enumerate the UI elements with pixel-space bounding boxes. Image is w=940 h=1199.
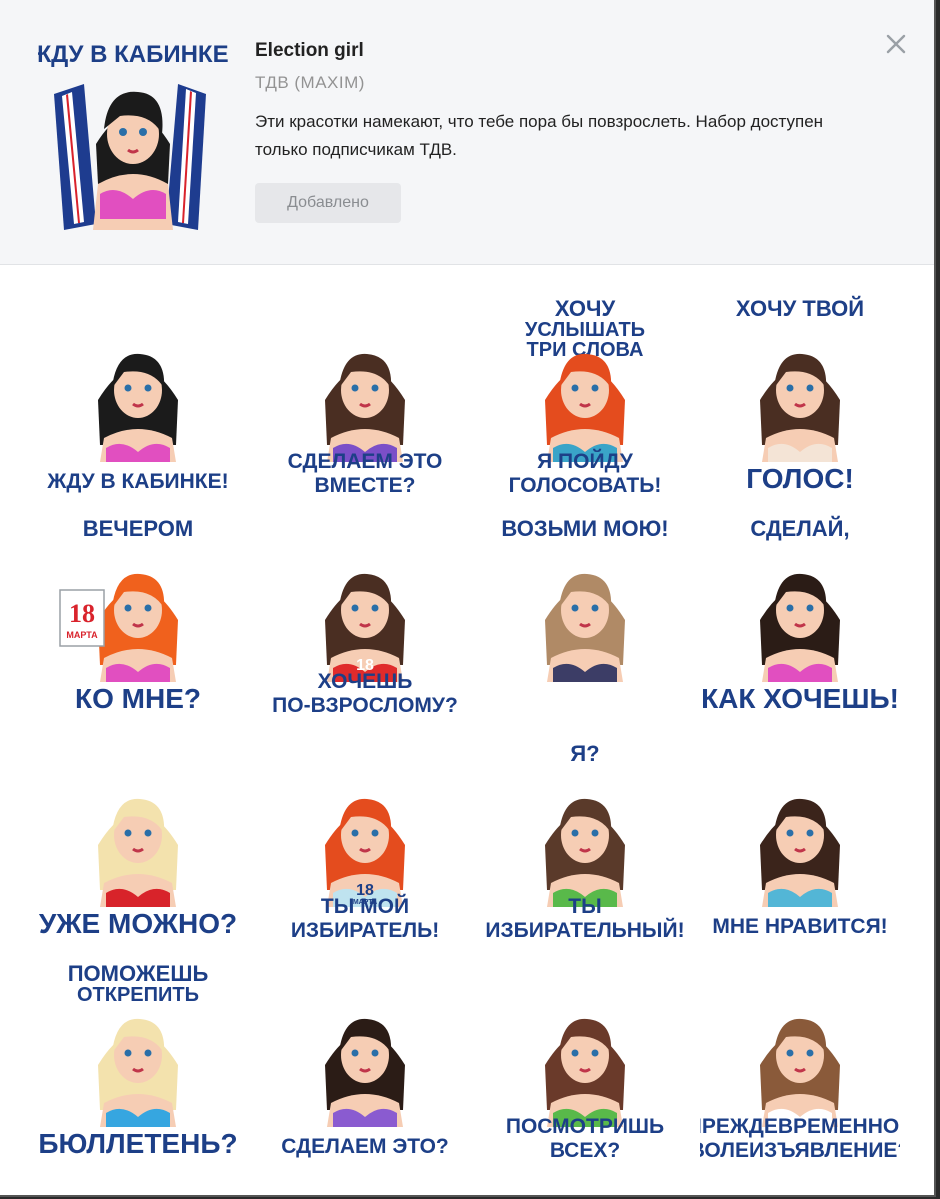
pack-title: Election girl (255, 40, 364, 61)
sticker-15[interactable]: ПОСМОТРИШЬ ВСЕХ? (485, 955, 685, 1165)
sticker-top-caption: ХОЧУ ТВОЙ (736, 296, 864, 321)
girl-illustration (760, 798, 840, 907)
sticker-top-caption: Я? (570, 741, 599, 766)
pack-header: ЖДУ В КАБИНКЕ! Election girl ТДВ (MAXIM)… (0, 0, 934, 265)
sticker-6[interactable]: 18 ХОЧЕШЬ ПО-ВЗРОСЛОМУ? (265, 510, 465, 720)
close-button[interactable] (882, 30, 910, 58)
girl-illustration (98, 1018, 178, 1127)
sticker-bottom-caption: ВСЕХ? (550, 1139, 620, 1162)
calendar-day: 18 (69, 599, 95, 628)
sticker-14[interactable]: СДЕЛАЕМ ЭТО? (265, 955, 465, 1165)
sticker-top-caption: ВОЗЬМИ МОЮ! (501, 516, 668, 541)
girl-illustration (98, 573, 178, 682)
close-icon (886, 34, 906, 54)
girl-illustration (325, 1018, 405, 1127)
sticker-11[interactable]: Я? ТЫ ИЗБИРАТЕЛЬНЫЙ! (485, 735, 685, 945)
sticker-3[interactable]: ХОЧУ УСЛЫШАТЬ ТРИ СЛОВА Я ПОЙДУ ГОЛОСОВАТЬ! (485, 290, 685, 500)
sticker-top-caption: ОТКРЕПИТЬ (77, 984, 199, 1006)
girl-illustration (760, 573, 840, 682)
sticker-top-caption: СДЕЛАЙ, (750, 516, 849, 541)
girl-illustration (98, 798, 178, 907)
sticker-4[interactable]: ХОЧУ ТВОЙ ГОЛОС! (700, 290, 900, 500)
girl-illustration (325, 353, 405, 462)
sticker-bottom-caption: ХОЧЕШЬ (318, 670, 413, 693)
sticker-bottom-caption: Я ПОЙДУ (537, 449, 634, 473)
sticker-bottom-caption: УЖЕ МОЖНО? (39, 908, 237, 939)
header-sticker-caption: ЖДУ В КАБИНКЕ! (38, 41, 228, 68)
sticker-16[interactable]: ПРЕЖДЕВРЕМЕННОЕВОЛЕИЗЪЯВЛЕНИЕ? (700, 955, 900, 1165)
sticker-top-caption: ВЕЧЕРОМ (83, 516, 194, 541)
sticker-5[interactable]: ВЕЧЕРОМ 18 МАРТА КО МНЕ? (38, 510, 238, 720)
sticker-top-caption: ПОМОЖЕШЬ (68, 961, 209, 986)
sticker-bottom-caption: ВМЕСТЕ? (315, 474, 416, 497)
girl-illustration (545, 573, 625, 682)
pack-author: ТДВ (MAXIM) (255, 73, 365, 92)
sticker-bottom-caption: ТЫ (568, 895, 601, 918)
sticker-9[interactable]: УЖЕ МОЖНО? (38, 735, 238, 945)
girl-illustration (760, 1018, 840, 1127)
pack-thumbnail-sticker: ЖДУ В КАБИНКЕ! (28, 34, 237, 230)
added-button[interactable]: Добавлено (255, 183, 401, 223)
sticker-pack-window: ЖДУ В КАБИНКЕ! Election girl ТДВ (MAXIM)… (0, 0, 936, 1197)
sticker-bottom-caption: ГОЛОС! (746, 463, 854, 494)
sticker-bottom-caption: КАК ХОЧЕШЬ! (701, 683, 899, 714)
sticker-bottom-caption: ПРЕЖДЕВРЕМЕННОЕ (700, 1115, 900, 1138)
sticker-bottom-caption: ИЗБИРАТЕЛЬНЫЙ! (485, 918, 684, 942)
pack-description: Эти красотки намекают, что тебе пора бы … (255, 112, 824, 159)
sticker-10[interactable]: 18 МАРТА ТЫ МОЙ ИЗБИРАТЕЛЬ! (265, 735, 465, 945)
sticker-top-caption: ХОЧУ (555, 296, 616, 321)
sticker-12[interactable]: МНЕ НРАВИТСЯ! (700, 735, 900, 945)
girl-illustration (98, 353, 178, 462)
sticker-2[interactable]: СДЕЛАЕМ ЭТО ВМЕСТЕ? (265, 290, 465, 500)
sticker-bottom-caption: ЖДУ В КАБИНКЕ! (46, 470, 228, 493)
sticker-bottom-caption: СДЕЛАЕМ ЭТО? (281, 1135, 449, 1158)
sticker-1[interactable]: ЖДУ В КАБИНКЕ! (38, 290, 238, 500)
sticker-8[interactable]: СДЕЛАЙ, КАК ХОЧЕШЬ! (700, 510, 900, 720)
sticker-bottom-caption: ИЗБИРАТЕЛЬ! (291, 919, 439, 942)
girl-illustration (545, 353, 625, 462)
sticker-bottom-caption: ВОЛЕИЗЪЯВЛЕНИЕ? (700, 1139, 900, 1162)
girl-illustration (93, 91, 173, 230)
sticker-13[interactable]: ПОМОЖЕШЬ ОТКРЕПИТЬ БЮЛЛЕТЕНЬ? (38, 955, 238, 1165)
sticker-7[interactable]: ВОЗЬМИ МОЮ! (485, 510, 685, 720)
calendar-month: МАРТА (66, 630, 98, 640)
sticker-bottom-caption: ГОЛОСОВАТЬ! (509, 474, 662, 497)
sticker-bottom-caption: ПОСМОТРИШЬ (506, 1115, 664, 1138)
sticker-bottom-caption: КО МНЕ? (75, 683, 201, 714)
girl-illustration (760, 353, 840, 462)
sticker-bottom-caption: ТЫ МОЙ (321, 894, 409, 918)
sticker-bottom-caption: ПО-ВЗРОСЛОМУ? (272, 694, 458, 717)
sticker-bottom-caption: СДЕЛАЕМ ЭТО (288, 450, 443, 473)
girl-illustration (545, 798, 625, 907)
sticker-bottom-caption: БЮЛЛЕТЕНЬ? (38, 1128, 237, 1159)
sticker-top-caption: УСЛЫШАТЬ (525, 319, 645, 341)
girl-illustration (545, 1018, 625, 1127)
sticker-bottom-caption: МНЕ НРАВИТСЯ! (712, 915, 887, 938)
